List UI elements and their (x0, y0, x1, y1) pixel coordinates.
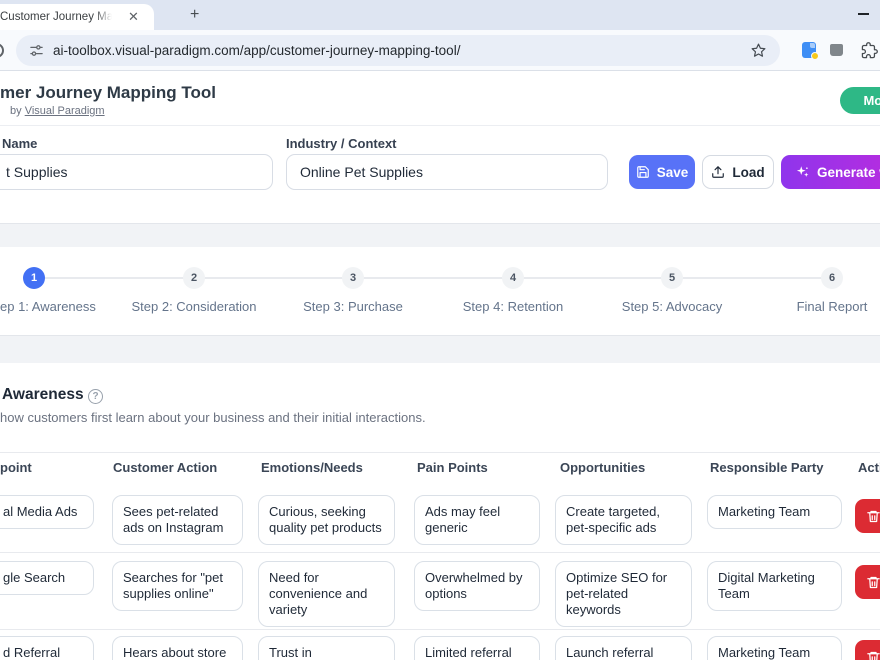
customer-action-cell[interactable]: Searches for "pet supplies online" (112, 561, 243, 611)
opportunities-cell[interactable]: Launch referral (555, 636, 692, 660)
pain-points-cell[interactable]: Overwhelmed by options (414, 561, 540, 611)
window-minimize-icon[interactable] (858, 13, 869, 15)
sparkles-icon (795, 165, 810, 180)
opportunities-cell[interactable]: Create targeted, pet-specific ads (555, 495, 692, 545)
more-button[interactable]: More (840, 87, 880, 114)
section-heading: Awareness (2, 386, 84, 404)
step-label-5[interactable]: Step 5: Advocacy (622, 299, 722, 314)
tab-strip: Customer Journey Mappin ✕ + (0, 0, 880, 30)
section-description: how customers first learn about your bus… (0, 410, 426, 425)
customer-action-cell[interactable]: Sees pet-related ads on Instagram (112, 495, 243, 545)
step-dot-5[interactable]: 5 (661, 267, 683, 289)
new-tab-icon[interactable]: + (190, 6, 199, 24)
tab-title: Customer Journey Mappin (0, 11, 112, 23)
page-title: mer Journey Mapping Tool (0, 83, 216, 103)
emotions-cell[interactable]: Trust in (258, 636, 395, 660)
section-gap (0, 335, 880, 363)
section-gap (0, 223, 880, 247)
trash-icon (866, 650, 880, 660)
emotions-cell[interactable]: Need for convenience and variety (258, 561, 395, 627)
col-header-pain-points: Pain Points (417, 460, 488, 475)
save-label: Save (657, 165, 689, 180)
delete-row-button[interactable] (855, 565, 880, 599)
col-header-touchpoint: point (0, 460, 32, 475)
col-header-emotions: Emotions/Needs (261, 460, 363, 475)
delete-row-button[interactable] (855, 499, 880, 533)
extensions-puzzle-icon[interactable] (861, 42, 878, 64)
col-header-actions: Acti (858, 460, 880, 475)
generate-label: Generate w (817, 165, 880, 180)
save-icon (636, 165, 650, 179)
industry-label: Industry / Context (286, 136, 397, 151)
responsible-party-cell[interactable]: Digital Marketing Team (707, 561, 842, 611)
pain-points-cell[interactable]: Ads may feel generic (414, 495, 540, 545)
byline-prefix: by (10, 105, 25, 117)
step-dot-1[interactable]: 1 (23, 267, 45, 289)
step-label-1[interactable]: ep 1: Awareness (0, 299, 96, 314)
step-label-4[interactable]: Step 4: Retention (463, 299, 563, 314)
fold-decoration (810, 43, 815, 48)
url-text: ai-toolbox.visual-paradigm.com/app/custo… (53, 43, 460, 58)
browser-window: Customer Journey Mappin ✕ + ai-toolbox.v… (0, 0, 880, 660)
step-label-6[interactable]: Final Report (797, 299, 868, 314)
industry-input[interactable]: Online Pet Supplies (286, 154, 608, 190)
emotions-cell[interactable]: Curious, seeking quality pet products (258, 495, 395, 545)
upload-icon (711, 165, 725, 179)
pain-points-cell[interactable]: Limited referral (414, 636, 540, 660)
opportunities-cell[interactable]: Optimize SEO for pet-related keywords (555, 561, 692, 627)
extension-docs-icon[interactable] (802, 42, 816, 58)
name-input[interactable]: t Supplies (0, 154, 273, 190)
touchpoint-cell[interactable]: d Referral (0, 636, 94, 660)
row-separator (0, 629, 880, 630)
step-dot-3[interactable]: 3 (342, 267, 364, 289)
step-dot-4[interactable]: 4 (502, 267, 524, 289)
load-button[interactable]: Load (702, 155, 774, 189)
responsible-party-cell[interactable]: Marketing Team (707, 495, 842, 529)
table-top-border (0, 452, 880, 453)
name-label: Name (2, 136, 37, 151)
address-bar[interactable]: ai-toolbox.visual-paradigm.com/app/custo… (16, 35, 780, 66)
row-separator (0, 552, 880, 553)
step-dot-2[interactable]: 2 (183, 267, 205, 289)
responsible-party-cell[interactable]: Marketing Team (707, 636, 842, 660)
byline: by Visual Paradigm (10, 105, 105, 117)
step-label-2[interactable]: Step 2: Consideration (131, 299, 256, 314)
trash-icon (866, 509, 880, 524)
col-header-customer-action: Customer Action (113, 460, 217, 475)
extension-gray-icon[interactable] (830, 44, 843, 56)
save-button[interactable]: Save (629, 155, 695, 189)
badge-dot (811, 52, 819, 60)
tab-close-icon[interactable]: ✕ (128, 9, 139, 25)
step-label-3[interactable]: Step 3: Purchase (303, 299, 403, 314)
browser-toolbar: ai-toolbox.visual-paradigm.com/app/custo… (0, 30, 880, 71)
col-header-responsible-party: Responsible Party (710, 460, 823, 475)
stepper-line (34, 277, 832, 279)
trash-icon (866, 575, 880, 590)
step-dot-6[interactable]: 6 (821, 267, 843, 289)
site-settings-icon[interactable] (29, 43, 44, 63)
delete-row-button[interactable] (855, 640, 880, 660)
customer-action-cell[interactable]: Hears about store (112, 636, 243, 660)
visual-paradigm-link[interactable]: Visual Paradigm (25, 105, 105, 117)
generate-button[interactable]: Generate w (781, 155, 880, 189)
load-label: Load (732, 165, 764, 180)
bookmark-star-icon[interactable] (750, 42, 767, 64)
reload-icon[interactable] (0, 43, 4, 58)
touchpoint-cell[interactable]: al Media Ads (0, 495, 94, 529)
help-icon[interactable]: ? (88, 389, 103, 404)
browser-tab[interactable]: Customer Journey Mappin ✕ (0, 4, 154, 30)
col-header-opportunities: Opportunities (560, 460, 645, 475)
touchpoint-cell[interactable]: gle Search (0, 561, 94, 595)
header-divider (0, 125, 880, 126)
